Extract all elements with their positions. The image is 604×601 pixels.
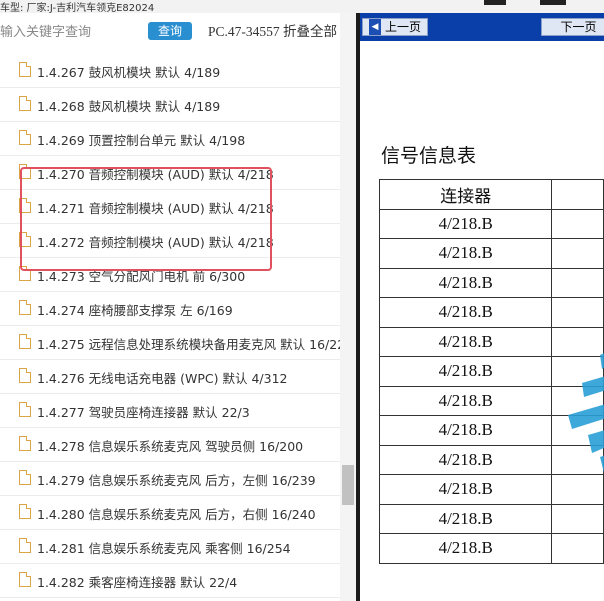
tree-item[interactable]: 1.4.274 座椅腰部支撑泵 左 6/169 (0, 292, 340, 326)
tree-item-label: 1.4.279 信息娱乐系统麦克风 后方，左侧 16/239 (37, 473, 316, 488)
connector-cell: 4/218.B (378, 533, 553, 564)
empty-cell (551, 474, 604, 505)
table-row: 4/218.B (378, 238, 604, 269)
tree-item-label: 1.4.267 鼓风机模块 默认 4/189 (37, 65, 221, 80)
table-row: 4/218.B (378, 297, 604, 328)
collapse-all-link[interactable]: PC.47-34557 折叠全部 (208, 20, 337, 40)
tree-item[interactable]: 1.4.277 驾驶员座椅连接器 默认 22/3 (0, 394, 340, 428)
next-page-label: 下一页 (560, 20, 597, 34)
tree-item-label: 1.4.269 顶置控制台单元 默认 4/198 (37, 133, 246, 148)
query-button[interactable]: 查询 (148, 22, 192, 40)
tree-item[interactable]: 1.4.275 远程信息处理系统模块备用麦克风 默认 16/22 (0, 326, 345, 360)
tree-item-label: 1.4.282 乘客座椅连接器 默认 22/4 (37, 575, 238, 590)
document-icon (19, 469, 32, 485)
tree-item-label: 1.4.278 信息娱乐系统麦克风 驾驶员侧 16/200 (37, 439, 304, 454)
next-page-button[interactable]: 下一页 (541, 18, 604, 36)
connector-cell: 4/218.B (378, 297, 553, 328)
left-arrow-icon: ◀ (368, 19, 381, 35)
watermark-logo (568, 353, 604, 473)
search-input[interactable] (0, 22, 142, 42)
window-titlebar: 车型: 厂家:J-吉利汽车领克E82024 (0, 0, 604, 13)
tree-scrollbar[interactable] (340, 13, 356, 601)
titlebar-icon-a (484, 0, 506, 5)
tree-item-label: 1.4.281 信息娱乐系统麦克风 乘客侧 16/254 (37, 541, 291, 556)
connector-cell: 4/218.B (378, 326, 553, 357)
tree-item-label: 1.4.275 远程信息处理系统模块备用麦克风 默认 16/22 (37, 337, 346, 352)
tree-item-label: 1.4.277 驾驶员座椅连接器 默认 22/3 (37, 405, 250, 420)
connector-column-header: 连接器 (378, 179, 553, 210)
tree-item-label: 1.4.276 无线电话充电器 (WPC) 默认 4/312 (37, 371, 288, 386)
table-row: 4/218.B (378, 208, 604, 239)
document-icon (19, 503, 32, 519)
empty-cell (551, 208, 604, 239)
connector-cell: 4/218.B (378, 444, 553, 475)
empty-cell (551, 238, 604, 269)
document-icon (19, 129, 32, 145)
document-icon (19, 537, 32, 553)
car-model-label: 车型: 厂家:J-吉利汽车领克E82024 (0, 3, 155, 13)
document-icon (19, 435, 32, 451)
document-icon (19, 367, 32, 383)
tree-item[interactable]: 1.4.281 信息娱乐系统麦克风 乘客侧 16/254 (0, 530, 340, 564)
document-icon (19, 299, 32, 315)
document-icon (19, 571, 32, 587)
connector-cell: 4/218.B (378, 267, 553, 298)
empty-cell (551, 267, 604, 298)
connector-cell: 4/218.B (378, 503, 553, 534)
tree-item[interactable]: 1.4.278 信息娱乐系统麦克风 驾驶员侧 16/200 (0, 428, 340, 462)
search-bar: 查询 PC.47-34557 折叠全部 (0, 13, 340, 47)
viewer-toolbar: ◀ 上一页 下一页 (360, 13, 604, 41)
document-viewer: ◀ 上一页 下一页 信号信息表 连接器 4/218.B 4/218.B 4/218.B… (360, 13, 604, 601)
connector-cell: 4/218.B (378, 474, 553, 505)
empty-column-header (551, 179, 604, 210)
tree-item-label: 1.4.280 信息娱乐系统麦克风 后方，右侧 16/240 (37, 507, 316, 522)
titlebar-icon-b (540, 0, 566, 5)
highlight-box (20, 167, 272, 271)
tree-item[interactable]: 1.4.276 无线电话充电器 (WPC) 默认 4/312 (0, 360, 340, 394)
connector-cell: 4/218.B (378, 385, 553, 416)
table-row: 4/218.B (378, 533, 604, 564)
document-icon (19, 95, 32, 111)
empty-cell (551, 297, 604, 328)
table-header-row: 连接器 (378, 179, 604, 210)
document-icon (19, 61, 32, 77)
tree-item[interactable]: 1.4.282 乘客座椅连接器 默认 22/4 (0, 564, 340, 598)
tree-list: 1.4.267 鼓风机模块 默认 4/189 1.4.268 鼓风机模块 默认 4… (0, 54, 345, 598)
prev-page-label: 上一页 (384, 20, 421, 34)
connector-cell: 4/218.B (378, 238, 553, 269)
empty-cell (551, 533, 604, 564)
table-row: 4/218.B (378, 474, 604, 505)
document-title: 信号信息表 (381, 145, 477, 167)
connector-cell: 4/218.B (378, 415, 553, 446)
scrollbar-thumb[interactable] (342, 465, 354, 505)
document-icon (19, 333, 32, 349)
table-row: 4/218.B (378, 267, 604, 298)
tree-item[interactable]: 1.4.269 顶置控制台单元 默认 4/198 (0, 122, 340, 156)
connector-cell: 4/218.B (378, 208, 553, 239)
tree-item-label: 1.4.274 座椅腰部支撑泵 左 6/169 (37, 303, 233, 318)
table-row: 4/218.B (378, 503, 604, 534)
prev-page-button[interactable]: ◀ 上一页 (362, 18, 428, 36)
tree-item[interactable]: 1.4.267 鼓风机模块 默认 4/189 (0, 54, 340, 88)
document-icon (19, 401, 32, 417)
tree-item[interactable]: 1.4.279 信息娱乐系统麦克风 后方，左侧 16/239 (0, 462, 340, 496)
tree-item[interactable]: 1.4.280 信息娱乐系统麦克风 后方，右侧 16/240 (0, 496, 340, 530)
tree-panel: 查询 PC.47-34557 折叠全部 1.4.267 鼓风机模块 默认 4/1… (0, 13, 356, 601)
empty-cell (551, 503, 604, 534)
tree-item-label: 1.4.268 鼓风机模块 默认 4/189 (37, 99, 221, 114)
tree-item[interactable]: 1.4.268 鼓风机模块 默认 4/189 (0, 88, 340, 122)
connector-cell: 4/218.B (378, 356, 553, 387)
